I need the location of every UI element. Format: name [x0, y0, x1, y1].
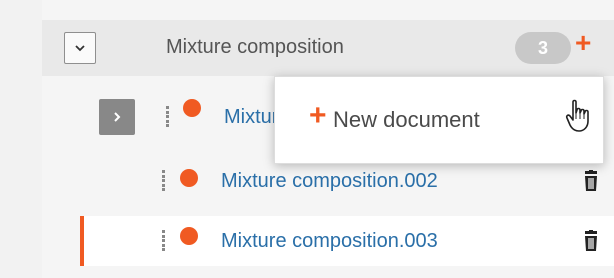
- chevron-down-icon: [75, 45, 85, 52]
- trash-icon[interactable]: [582, 170, 600, 192]
- new-document-menu: + New document: [274, 76, 604, 164]
- status-dot-icon: [183, 99, 201, 117]
- status-dot-icon: [180, 169, 198, 187]
- status-dot-icon: [180, 227, 198, 245]
- count-badge: 3: [515, 32, 571, 64]
- add-document-button[interactable]: +: [575, 29, 591, 57]
- section-header[interactable]: Mixture composition 3 +: [42, 20, 614, 76]
- trash-icon[interactable]: [582, 230, 600, 252]
- expand-button[interactable]: [99, 99, 135, 135]
- chevron-right-icon: [114, 112, 121, 122]
- selection-indicator: [80, 216, 84, 266]
- section-title: Mixture composition: [166, 36, 344, 58]
- new-document-menu-item[interactable]: New document: [333, 107, 480, 133]
- drag-handle-icon[interactable]: [162, 230, 168, 252]
- drag-handle-icon[interactable]: [162, 170, 168, 192]
- collapse-toggle-button[interactable]: [64, 32, 96, 64]
- document-link[interactable]: Mixture composition.003: [221, 230, 438, 253]
- hand-cursor-icon: [565, 99, 589, 132]
- list-item[interactable]: Mixture composition.002: [42, 158, 614, 208]
- plus-icon[interactable]: +: [309, 101, 327, 131]
- drag-handle-icon[interactable]: [166, 106, 172, 128]
- list-item-selected[interactable]: Mixture composition.003: [80, 216, 614, 266]
- document-link[interactable]: Mixture composition.002: [221, 170, 438, 193]
